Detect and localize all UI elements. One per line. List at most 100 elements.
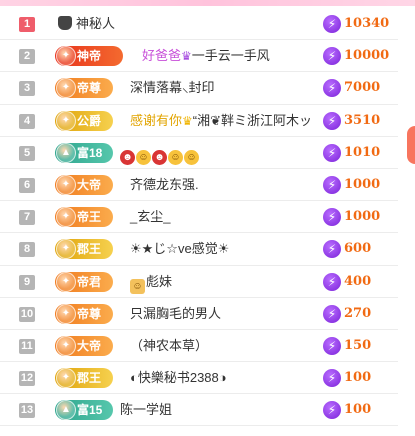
user-name: 感谢有你♛“湘❦靽ミ浙江阿木ッ: [130, 112, 313, 128]
ranking-row[interactable]: 7 ✦ 帝王 _玄尘_ ⚡ 1000: [0, 201, 398, 234]
user-name: 好爸爸♛一手云一手风: [142, 48, 270, 64]
lightning-bolt-icon: ⚡: [323, 47, 341, 66]
rank-number: 4: [19, 113, 35, 129]
contribution-amount: 100: [344, 370, 372, 386]
ranking-row[interactable]: 12 ✦ 郡王 ◐快樂秘书2388◑ ⚡ 100: [0, 362, 398, 395]
badge-emblem-icon: ▲: [56, 400, 76, 421]
user-name: 只漏胸毛的男人: [130, 305, 222, 321]
user-name: 神秘人: [58, 16, 115, 32]
level-badge: ✦ 大帝: [55, 335, 113, 356]
level-badge: ✦ 帝君: [55, 271, 113, 292]
user-name: ◐快樂秘书2388◑: [130, 370, 227, 386]
contribution-amount: 1000: [344, 176, 381, 192]
user-name: ☺ 彪妹: [130, 274, 172, 294]
contribution-amount: 3510: [344, 112, 381, 128]
badge-emblem-icon: ✦: [56, 174, 76, 195]
lightning-bolt-icon: ⚡: [323, 143, 341, 162]
badge-emblem-icon: ✦: [56, 46, 76, 67]
lightning-bolt-icon: ⚡: [323, 111, 341, 130]
lightning-bolt-icon: ⚡: [323, 175, 341, 194]
contribution-amount: 7000: [344, 80, 381, 96]
level-badge: ✦ 帝尊: [55, 78, 113, 99]
ranking-row[interactable]: 6 ✦ 大帝 齐德龙东强. ⚡ 1000: [0, 169, 398, 202]
lightning-bolt-icon: ⚡: [323, 369, 341, 388]
contribution-amount: 100: [344, 402, 372, 418]
ranking-list: 1 神秘人 ⚡ 10340 2 ✦ 神帝 好爸爸♛一手云一手风 ⚡ 10000 3…: [0, 8, 398, 427]
ranking-row[interactable]: 3 ✦ 帝尊 深情落幕⸜封印 ⚡ 7000: [0, 72, 398, 105]
level-badge: ▲ 富15: [55, 400, 113, 421]
laughing-emoji-icon: ☺: [184, 149, 199, 165]
ranking-row[interactable]: 1 神秘人 ⚡ 10340: [0, 8, 398, 41]
top-accent-bar: [0, 0, 415, 6]
rank-number: 11: [19, 338, 35, 354]
level-badge: ✦ 郡王: [55, 368, 113, 389]
rank-number: 7: [19, 210, 35, 226]
contribution-amount: 270: [344, 305, 372, 321]
ranking-row[interactable]: 10 ✦ 帝尊 只漏胸毛的男人 ⚡ 270: [0, 298, 398, 330]
rank-number: 3: [19, 81, 35, 97]
contribution-amount: 400: [344, 273, 372, 289]
badge-emblem-icon: ▲: [56, 142, 76, 163]
rank-number: 10: [19, 306, 35, 322]
level-badge: ✦ 帝尊: [55, 303, 113, 324]
level-badge: ✦ 神帝: [55, 46, 123, 67]
devil-emoji-icon: ☻: [152, 149, 167, 165]
badge-emblem-icon: ✦: [56, 368, 76, 389]
badge-emblem-icon: ✦: [56, 78, 76, 99]
badge-emblem-icon: ✦: [56, 207, 76, 228]
rank-number: 1: [19, 17, 35, 32]
crown-icon: ♛: [182, 113, 193, 128]
lightning-bolt-icon: ⚡: [323, 15, 341, 33]
user-name: ☀★じ☆ve感觉☀: [130, 241, 230, 257]
ranking-row[interactable]: 5 ▲ 富18 ☻ ☺ ☻ ☺ ☺ ⚡ 1010: [0, 137, 398, 169]
lightning-bolt-icon: ⚡: [323, 336, 341, 355]
level-badge: ✦ 帝王: [55, 207, 113, 228]
badge-emblem-icon: ✦: [56, 303, 76, 324]
ranking-row[interactable]: 4 ✦ 公爵 感谢有你♛“湘❦靽ミ浙江阿木ッ ⚡ 3510: [0, 105, 398, 137]
contribution-amount: 10340: [344, 16, 390, 31]
level-badge: ✦ 大帝: [55, 174, 113, 195]
rank-number: 13: [19, 403, 35, 419]
ranking-row[interactable]: 9 ✦ 帝君 ☺ 彪妹 ⚡ 400: [0, 266, 398, 298]
lightning-bolt-icon: ⚡: [323, 304, 341, 323]
ranking-row[interactable]: 13 ▲ 富15 陈一学姐 ⚡ 100: [0, 394, 398, 427]
person-emoji-icon: ☺: [130, 278, 145, 294]
lightning-bolt-icon: ⚡: [323, 79, 341, 98]
incognito-icon: [58, 16, 72, 30]
laughing-emoji-icon: ☺: [168, 149, 183, 165]
lightning-bolt-icon: ⚡: [323, 272, 341, 291]
contribution-amount: 600: [344, 241, 372, 257]
badge-emblem-icon: ✦: [56, 335, 76, 356]
level-badge: ✦ 郡王: [55, 239, 113, 260]
user-emoji-name: ☻ ☺ ☻ ☺ ☺: [120, 145, 200, 165]
user-name: 深情落幕⸜封印: [130, 80, 215, 96]
rank-number: 9: [19, 274, 35, 290]
ranking-row[interactable]: 2 ✦ 神帝 好爸爸♛一手云一手风 ⚡ 10000: [0, 40, 398, 73]
level-badge: ▲ 富18: [55, 142, 113, 163]
rank-number: 5: [19, 145, 35, 161]
badge-emblem-icon: ✦: [56, 271, 76, 292]
contribution-amount: 10000: [344, 48, 390, 64]
badge-emblem-icon: ✦: [56, 239, 76, 260]
side-drawer-handle[interactable]: [407, 126, 415, 164]
rank-number: 2: [19, 49, 35, 65]
contribution-amount: 150: [344, 337, 372, 353]
rank-number: 8: [19, 242, 35, 258]
ranking-row[interactable]: 11 ✦ 大帝 （神农本草） ⚡ 150: [0, 330, 398, 363]
user-name: （神农本草）: [130, 337, 209, 353]
rank-number: 6: [19, 177, 35, 193]
level-badge: ✦ 公爵: [55, 110, 113, 131]
user-name: 齐德龙东强.: [130, 176, 199, 192]
lightning-bolt-icon: ⚡: [323, 208, 341, 227]
devil-emoji-icon: ☻: [120, 149, 135, 165]
ranking-row[interactable]: 8 ✦ 郡王 ☀★じ☆ve感觉☀ ⚡ 600: [0, 233, 398, 266]
user-name: 陈一学姐: [120, 402, 173, 418]
user-name: _玄尘_: [130, 209, 171, 225]
lightning-bolt-icon: ⚡: [323, 240, 341, 259]
contribution-amount: 1000: [344, 209, 381, 225]
badge-emblem-icon: ✦: [56, 110, 76, 131]
rank-number: 12: [19, 371, 35, 387]
laughing-emoji-icon: ☺: [136, 149, 151, 165]
crown-icon: ♛: [181, 49, 192, 64]
contribution-amount: 1010: [344, 144, 381, 160]
